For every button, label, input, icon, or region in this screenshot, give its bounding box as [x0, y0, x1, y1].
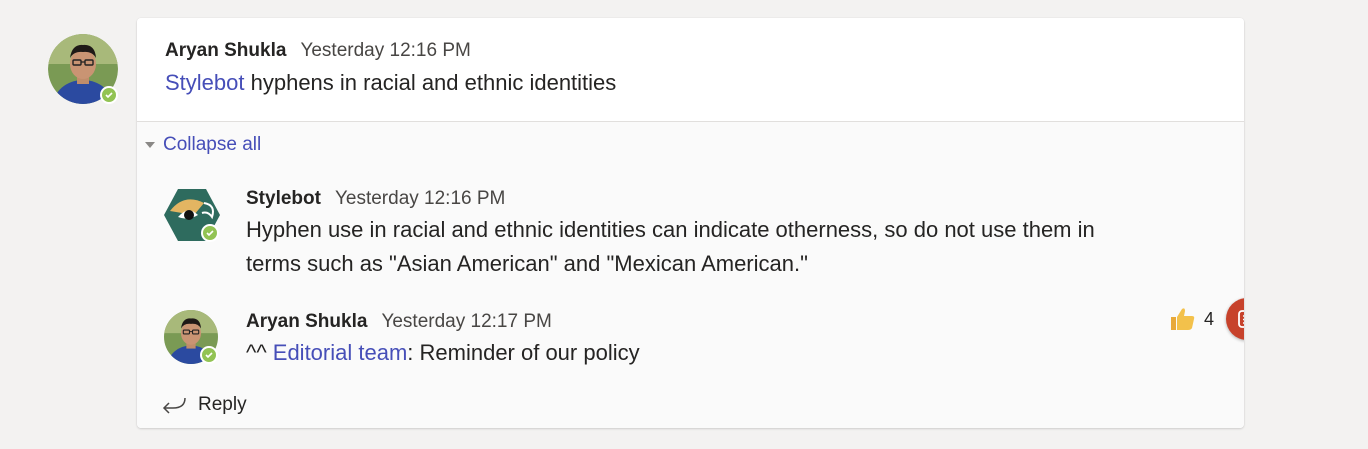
reply-arrow-icon	[162, 397, 186, 414]
root-post: Aryan Shukla Yesterday 12:16 PM Stylebot…	[137, 18, 1244, 122]
reply-message-line: terms such as "Asian American" and "Mexi…	[246, 251, 808, 276]
reply-message: ^^ Editorial team: Reminder of our polic…	[246, 336, 640, 370]
reply-timestamp: Yesterday 12:16 PM	[334, 188, 506, 209]
presence-available-icon	[201, 224, 219, 242]
presence-available-icon	[100, 86, 118, 104]
reply-message-line: Hyphen use in racial and ethnic identiti…	[246, 217, 1095, 242]
presence-available-icon	[200, 346, 218, 364]
collapse-all-label: Collapse all	[163, 134, 262, 155]
author-avatar[interactable]	[48, 34, 118, 104]
notes-icon	[1238, 310, 1244, 328]
mention-stylebot[interactable]: Stylebot	[165, 70, 245, 95]
mention-editorial-team[interactable]: Editorial team	[273, 340, 408, 365]
reply-timestamp: Yesterday 12:17 PM	[381, 311, 552, 332]
reply-author-name[interactable]: Aryan Shukla	[246, 311, 367, 333]
replies-section: Collapse all Stylebot Yesterday 12:16 PM	[137, 122, 1244, 428]
reply-message: Hyphen use in racial and ethnic identiti…	[246, 213, 1095, 281]
like-reaction[interactable]: 4	[1168, 306, 1214, 332]
post-message: Stylebot hyphens in racial and ethnic id…	[165, 66, 616, 100]
post-message-text: hyphens in racial and ethnic identities	[244, 70, 617, 95]
reply-author-name[interactable]: Stylebot	[246, 188, 321, 210]
conversation-card: Aryan Shukla Yesterday 12:16 PM Stylebot…	[137, 18, 1244, 428]
collapse-all-button[interactable]: Collapse all	[145, 134, 261, 156]
reply-prefix: ^^	[246, 340, 273, 365]
thumbs-up-icon	[1171, 308, 1195, 330]
reaction-count: 4	[1204, 308, 1215, 329]
stylebot-avatar[interactable]	[164, 187, 220, 243]
post-timestamp: Yesterday 12:16 PM	[300, 40, 471, 61]
reply-button[interactable]: Reply	[161, 394, 247, 416]
post-author-name[interactable]: Aryan Shukla	[165, 40, 286, 62]
reply-message-text: : Reminder of our policy	[407, 340, 640, 365]
reply-label: Reply	[198, 394, 247, 415]
message-action-button[interactable]	[1226, 298, 1244, 340]
caret-down-icon	[145, 142, 155, 148]
reply-author-avatar[interactable]	[164, 310, 218, 364]
